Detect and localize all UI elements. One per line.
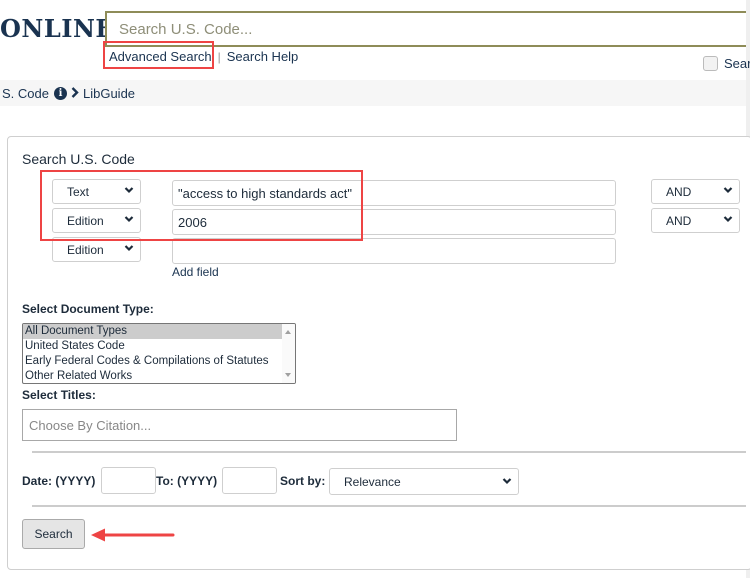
date-from-input[interactable] (101, 467, 156, 494)
doc-type-option[interactable]: All Document Types (23, 324, 285, 339)
chevron-down-icon (723, 187, 733, 194)
info-circle-icon[interactable]: i (53, 86, 67, 100)
site-logo[interactable]: ONLINE (0, 14, 114, 43)
search-term-input-3[interactable] (172, 238, 616, 264)
checkbox[interactable] (703, 56, 718, 71)
search-button[interactable]: Search (22, 519, 85, 549)
chevron-down-icon (723, 216, 733, 223)
annotation-arrow-icon (91, 528, 175, 542)
checkbox-label: Sear (724, 56, 750, 71)
add-field-link[interactable]: Add field (172, 265, 219, 279)
search-within-checkbox[interactable]: Sear (703, 56, 750, 71)
sort-select[interactable]: Relevance (329, 468, 519, 495)
field-select-value: Edition (67, 242, 104, 257)
breadcrumb: S. Code i LibGuide (0, 80, 746, 106)
doc-type-option[interactable]: Other Related Works (23, 369, 285, 383)
chevron-right-icon (71, 86, 79, 101)
chevron-down-icon (502, 478, 512, 485)
operator-select-1[interactable]: AND (651, 179, 740, 204)
doc-type-label: Select Document Type: (22, 302, 154, 316)
citation-input[interactable]: Choose By Citation... (22, 409, 457, 441)
doc-type-listbox[interactable]: All Document Types United States Code Ea… (22, 323, 296, 384)
titles-label: Select Titles: (22, 388, 96, 402)
operator-value: AND (666, 184, 692, 199)
operator-value: AND (666, 213, 692, 228)
doc-type-option[interactable]: Early Federal Codes & Compilations of St… (23, 354, 285, 369)
divider (32, 451, 746, 453)
scroll-up-icon[interactable] (285, 330, 291, 334)
search-help-link[interactable]: Search Help (227, 49, 299, 64)
sort-label: Sort by: (280, 474, 326, 488)
annotation-highlight-search-rows (40, 170, 363, 241)
breadcrumb-item-us-code[interactable]: S. Code (2, 86, 49, 101)
chevron-down-icon (124, 245, 134, 252)
panel-title: Search U.S. Code (22, 151, 135, 167)
annotation-highlight-advanced-search (103, 41, 214, 69)
link-separator: | (217, 49, 221, 64)
date-to-input[interactable] (222, 467, 277, 494)
doc-type-option[interactable]: United States Code (23, 339, 285, 354)
divider (32, 505, 746, 507)
scroll-down-icon[interactable] (285, 373, 291, 377)
operator-select-2[interactable]: AND (651, 208, 740, 233)
date-from-label: Date: (YYYY) (22, 474, 96, 488)
listbox-scrollbar[interactable] (282, 324, 295, 383)
breadcrumb-item-libguide[interactable]: LibGuide (83, 86, 135, 101)
date-to-label: To: (YYYY) (156, 474, 218, 488)
sort-value: Relevance (344, 474, 401, 489)
